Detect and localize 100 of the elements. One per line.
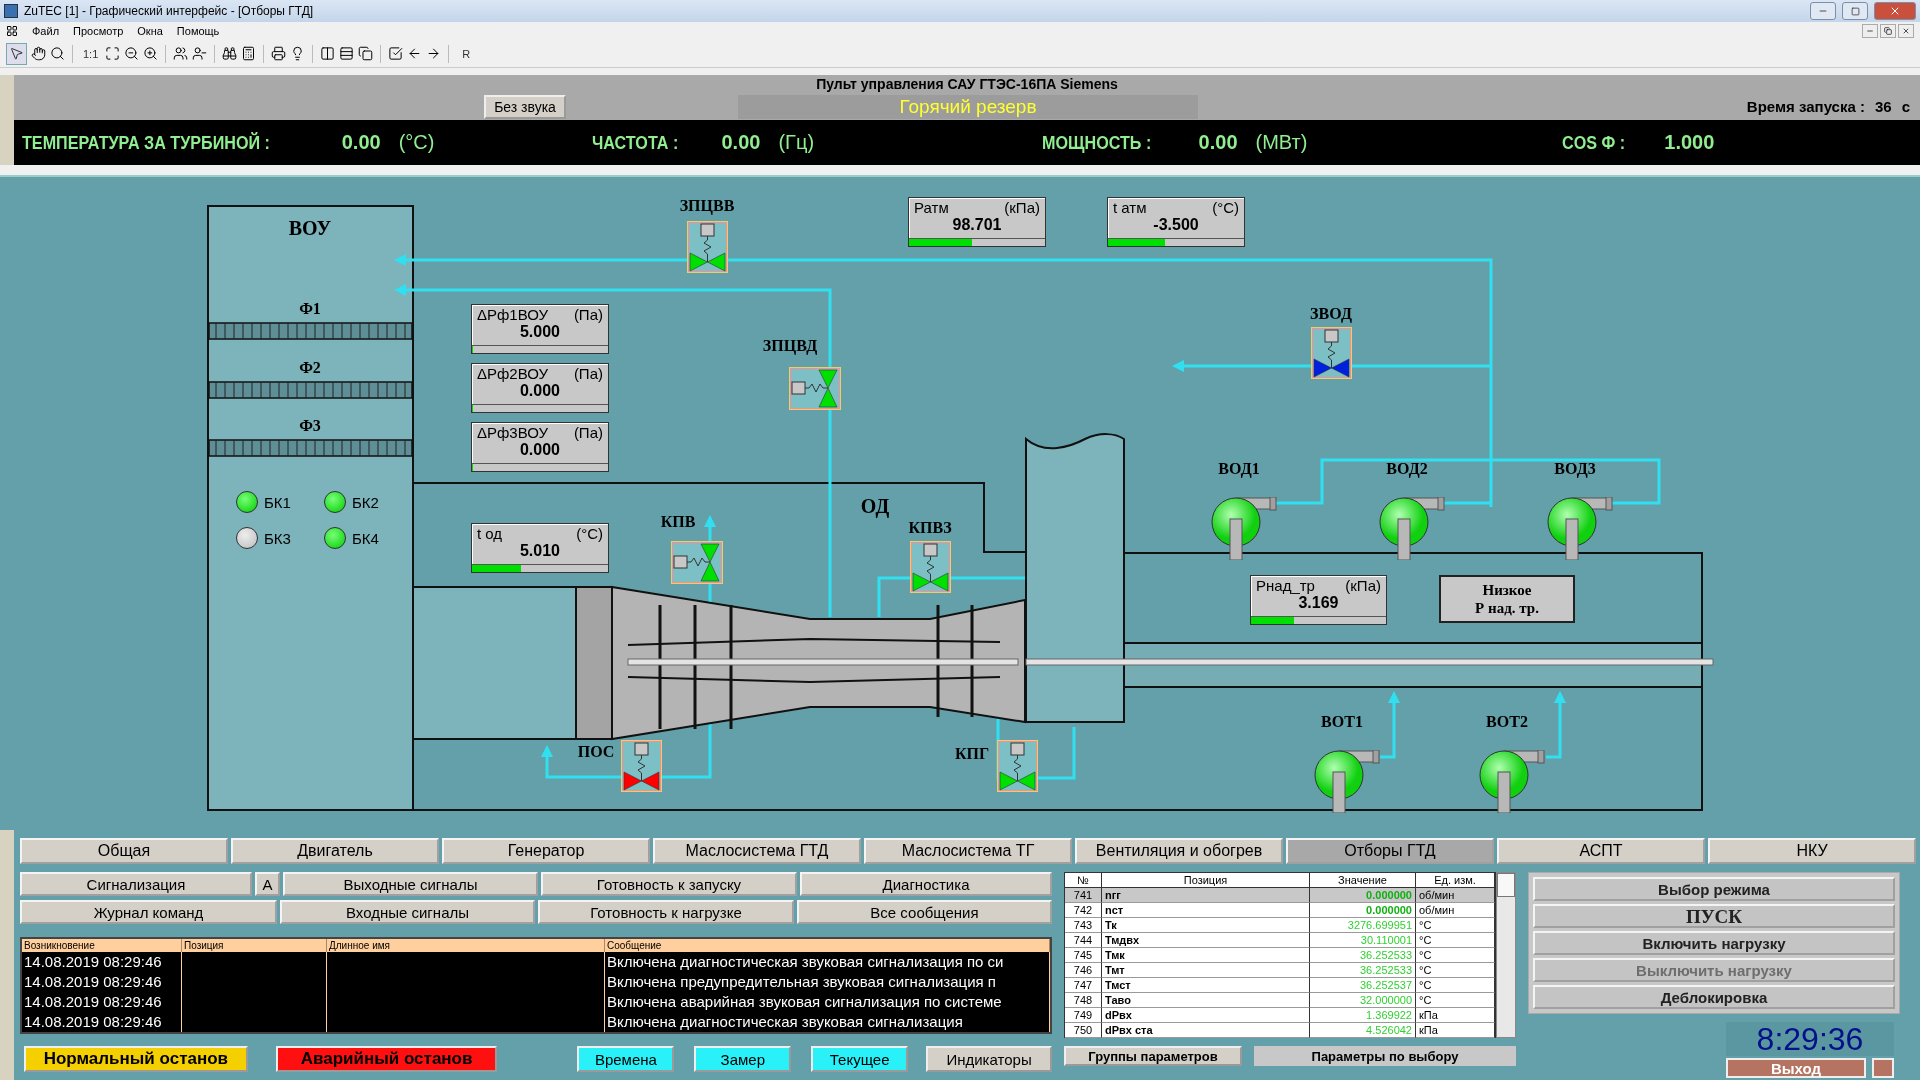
- valve-icon[interactable]: [997, 740, 1038, 792]
- exit-button[interactable]: Выход: [1726, 1058, 1866, 1078]
- command-button[interactable]: Аварийный останов: [275, 1046, 498, 1072]
- mute-button[interactable]: Без звука: [484, 94, 566, 119]
- table-cell[interactable]: 741: [1065, 888, 1102, 903]
- table-cell[interactable]: 743: [1065, 918, 1102, 933]
- table-cell[interactable]: 744: [1065, 933, 1102, 948]
- command-button[interactable]: Нормальный останов: [24, 1046, 248, 1072]
- tab[interactable]: АСПТ: [1497, 838, 1705, 864]
- pump-icon[interactable]: [1314, 750, 1380, 813]
- scroll-thumb[interactable]: [1497, 873, 1515, 897]
- tab[interactable]: Двигатель: [231, 838, 439, 864]
- clock: 8:29:36: [1726, 1022, 1894, 1056]
- table-cell[interactable]: 746: [1065, 963, 1102, 978]
- control-button[interactable]: Включить нагрузку: [1533, 931, 1895, 955]
- control-button[interactable]: ПУСК: [1533, 904, 1895, 928]
- hand-icon[interactable]: [31, 46, 46, 61]
- reading-label: COS Ф :: [1562, 132, 1626, 154]
- print-icon[interactable]: [271, 46, 287, 61]
- reset-button[interactable]: R: [456, 42, 477, 65]
- binoculars-icon[interactable]: [222, 46, 238, 61]
- nav-button[interactable]: Сигнализация: [20, 872, 252, 896]
- tab[interactable]: Генератор: [442, 838, 650, 864]
- maximize-button[interactable]: [1842, 2, 1868, 20]
- nav-button[interactable]: Готовность к запуску: [541, 872, 797, 896]
- tab[interactable]: Общая: [20, 838, 228, 864]
- nav-button[interactable]: Выходные сигналы: [283, 872, 538, 896]
- command-button[interactable]: Текущее: [811, 1046, 909, 1072]
- valve-icon[interactable]: [1311, 327, 1352, 379]
- users-icon[interactable]: [173, 46, 189, 61]
- zone-label: ОД: [860, 495, 890, 518]
- table-cell: Тк: [1102, 918, 1310, 933]
- back-icon[interactable]: [407, 46, 423, 61]
- nav-button[interactable]: Диагностика: [800, 872, 1052, 896]
- actual-size-button[interactable]: 1:1: [80, 42, 102, 65]
- pump-icon[interactable]: [1211, 497, 1277, 560]
- table-cell: кПа: [1416, 1008, 1495, 1023]
- pump-icon[interactable]: [1547, 497, 1613, 560]
- restore-button[interactable]: [1880, 24, 1896, 38]
- command-button[interactable]: Замер: [694, 1046, 792, 1072]
- forward-icon[interactable]: [426, 46, 442, 61]
- tab[interactable]: НКУ: [1708, 838, 1916, 864]
- nav-button[interactable]: А: [255, 872, 280, 896]
- menu-item[interactable]: Помощь: [176, 25, 220, 37]
- parameter-button[interactable]: Параметры по выбору: [1254, 1046, 1516, 1066]
- lamp-label: БК4: [352, 529, 379, 547]
- tab[interactable]: Вентиляция и обогрев: [1075, 838, 1283, 864]
- square-button[interactable]: [1872, 1058, 1894, 1078]
- pump-icon[interactable]: [1479, 750, 1545, 813]
- menu-item[interactable]: Окна: [137, 25, 163, 37]
- calculator-icon[interactable]: [241, 46, 257, 61]
- command-button[interactable]: Индикаторы: [926, 1046, 1052, 1072]
- nav-button[interactable]: Входные сигналы: [280, 900, 535, 924]
- table-cell[interactable]: 748: [1065, 993, 1102, 1008]
- control-button[interactable]: Деблокировка: [1533, 985, 1895, 1009]
- valve-icon[interactable]: [621, 740, 662, 792]
- valve-label: ПОС: [577, 743, 615, 761]
- menu-item[interactable]: Файл: [32, 25, 60, 37]
- tab[interactable]: Маслосистема ТГ: [864, 838, 1072, 864]
- unit-text: (Па): [573, 366, 603, 382]
- columns-icon[interactable]: [320, 46, 336, 61]
- tab[interactable]: Маслосистема ГТД: [653, 838, 861, 864]
- table-cell: Тмк: [1102, 948, 1310, 963]
- close-button[interactable]: [1898, 24, 1914, 38]
- nav-button[interactable]: Готовность к нагрузке: [538, 900, 794, 924]
- command-button[interactable]: Времена: [577, 1046, 675, 1072]
- table-cell[interactable]: 742: [1065, 903, 1102, 918]
- checkbox-icon[interactable]: [388, 46, 404, 61]
- menu-item[interactable]: Просмотр: [73, 25, 124, 37]
- table-cell[interactable]: 745: [1065, 948, 1102, 963]
- table-cell[interactable]: 747: [1065, 978, 1102, 993]
- parameter-button[interactable]: Группы параметров: [1064, 1046, 1242, 1066]
- pump-label: ВОТ1: [1321, 713, 1363, 731]
- zoom-in-icon[interactable]: [143, 46, 159, 61]
- reading-label: ТЕМПЕРАТУРА ЗА ТУРБИНОЙ :: [22, 132, 270, 154]
- valve-icon[interactable]: [789, 367, 841, 410]
- user-remove-icon[interactable]: [192, 46, 208, 61]
- valve-icon[interactable]: [687, 221, 728, 273]
- table-cell[interactable]: 749: [1065, 1008, 1102, 1023]
- pump-icon[interactable]: [1379, 497, 1445, 560]
- nav-button[interactable]: Журнал команд: [20, 900, 277, 924]
- scrollbar[interactable]: [1496, 872, 1516, 1038]
- control-button[interactable]: Выбор режима: [1533, 877, 1895, 901]
- lamp-label: БК3: [264, 529, 291, 547]
- table-cell: Включена предупредительная звуковая сигнализация п: [605, 972, 1050, 992]
- pointer-tool[interactable]: [6, 42, 27, 65]
- minimize-button[interactable]: [1810, 2, 1836, 20]
- valve-icon[interactable]: [671, 541, 723, 584]
- search-icon[interactable]: [50, 46, 65, 61]
- valve-icon[interactable]: [910, 541, 951, 593]
- unit-text: (кПа): [1345, 578, 1381, 594]
- close-button[interactable]: [1874, 2, 1916, 20]
- zoom-out-icon[interactable]: [124, 46, 140, 61]
- windows-icon[interactable]: [358, 46, 374, 61]
- tab[interactable]: Отборы ГТД: [1286, 838, 1494, 864]
- rows-icon[interactable]: [339, 46, 355, 61]
- fit-icon[interactable]: [105, 46, 121, 61]
- table-cell[interactable]: 750: [1065, 1023, 1102, 1038]
- nav-button[interactable]: Все сообщения: [797, 900, 1052, 924]
- table-cell: об/мин: [1416, 903, 1495, 918]
